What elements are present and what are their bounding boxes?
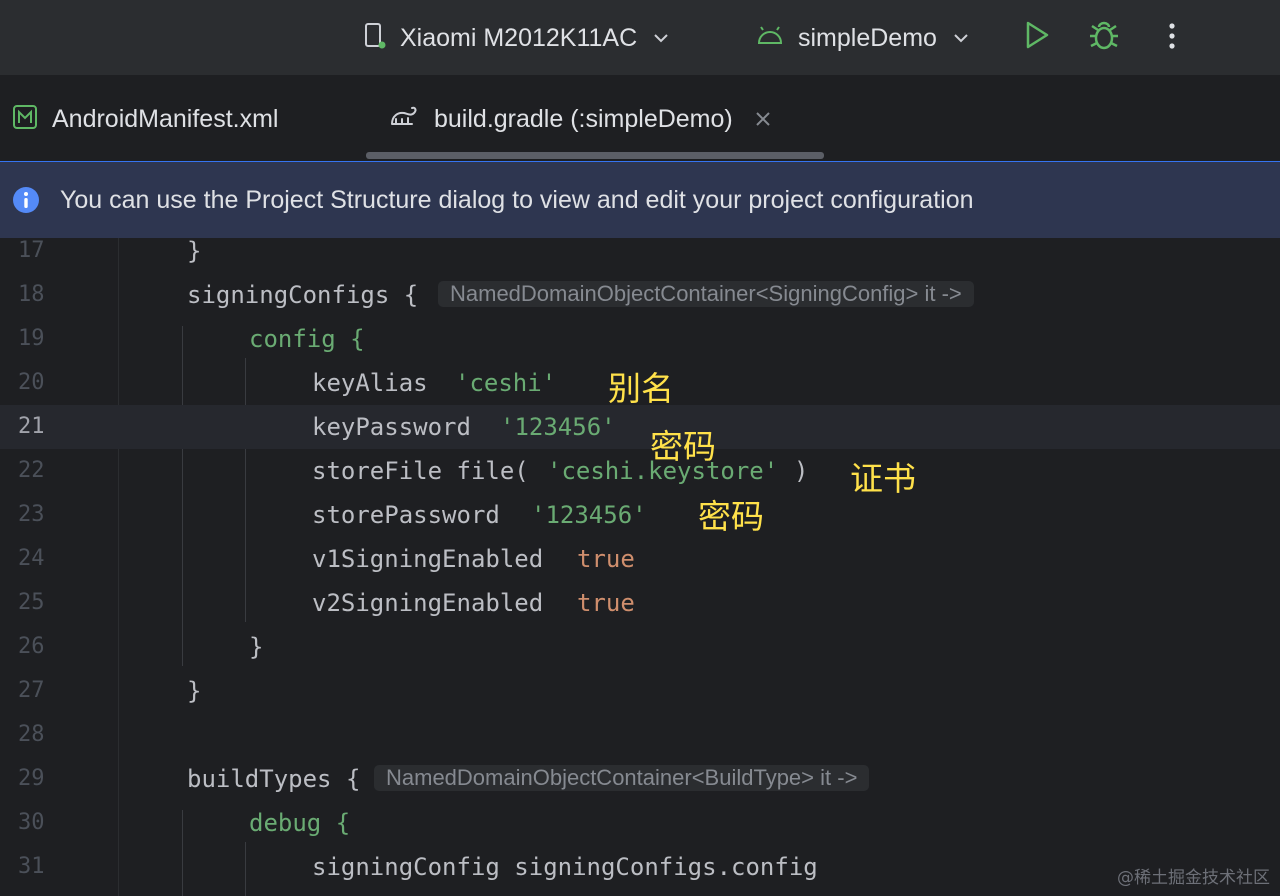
- line-number: 24: [18, 546, 45, 571]
- code-line: 17 }: [0, 238, 1280, 273]
- tab-build-gradle[interactable]: build.gradle (:simpleDemo): [388, 77, 771, 161]
- line-number: 30: [18, 810, 45, 835]
- debug-button[interactable]: [1086, 18, 1122, 56]
- debug-icon: [1087, 18, 1121, 57]
- device-selector[interactable]: Xiaomi M2012K11AC: [364, 18, 669, 58]
- string-literal: '123456': [500, 413, 616, 441]
- code-text: v1SigningEnabled: [312, 545, 544, 573]
- run-icon: [1023, 20, 1051, 55]
- line-number: 19: [18, 326, 45, 351]
- line-number: 18: [18, 282, 45, 307]
- inlay-hint[interactable]: NamedDomainObjectContainer<SigningConfig…: [438, 281, 974, 307]
- code-line: 19 config {: [0, 317, 1280, 361]
- line-number: 20: [18, 370, 45, 395]
- code-text: storePassword: [312, 501, 500, 529]
- code-line: 27 }: [0, 669, 1280, 713]
- tab-android-manifest[interactable]: AndroidManifest.xml: [12, 77, 278, 161]
- line-number: 31: [18, 854, 45, 879]
- code-text: debug {: [249, 809, 351, 837]
- code-text: v2SigningEnabled: [312, 589, 544, 617]
- keyword: true: [577, 545, 635, 573]
- more-vertical-icon: [1169, 22, 1175, 55]
- main-toolbar: Xiaomi M2012K11AC simpleDemo: [0, 0, 1280, 76]
- active-tab-indicator: [366, 152, 824, 159]
- run-config-label: simpleDemo: [798, 23, 937, 52]
- code-line: 22 storeFile file( 'ceshi.keystore' ): [0, 449, 1280, 493]
- editor-tabs: AndroidManifest.xml build.gradle (:simpl…: [0, 77, 1280, 161]
- banner-text[interactable]: You can use the Project Structure dialog…: [60, 186, 974, 215]
- keyword: true: [577, 589, 635, 617]
- code-text: ): [794, 457, 809, 485]
- annotation-store-password: 密码: [698, 497, 764, 536]
- phone-icon: [364, 22, 386, 55]
- info-icon: [12, 186, 40, 214]
- tab-label: build.gradle (:simpleDemo): [434, 104, 733, 133]
- code-line: 29 buildTypes { NamedDomainObjectContain…: [0, 757, 1280, 801]
- run-config-selector[interactable]: simpleDemo: [756, 18, 969, 58]
- code-line: 23 storePassword '123456': [0, 493, 1280, 537]
- code-line: 18 signingConfigs { NamedDomainObjectCon…: [0, 273, 1280, 317]
- string-literal: 'ceshi': [455, 369, 557, 397]
- line-number: 23: [18, 502, 45, 527]
- tab-label: AndroidManifest.xml: [52, 104, 279, 133]
- chevron-down-icon: [653, 33, 669, 43]
- device-selector-label: Xiaomi M2012K11AC: [400, 23, 638, 52]
- code-text: config {: [249, 325, 365, 353]
- inlay-hint[interactable]: NamedDomainObjectContainer<BuildType> it…: [374, 765, 870, 791]
- code-text: keyPassword: [312, 413, 471, 441]
- string-literal: '123456': [531, 501, 647, 529]
- run-button[interactable]: [1020, 20, 1054, 54]
- code-text: signingConfigs {: [187, 281, 419, 309]
- code-text: }: [187, 238, 202, 265]
- line-number: 27: [18, 678, 45, 703]
- code-text: }: [249, 633, 264, 661]
- android-icon: [756, 25, 784, 52]
- line-number: 17: [18, 238, 45, 263]
- line-number: 28: [18, 722, 45, 747]
- code-line: 31 signingConfig signingConfigs.config: [0, 845, 1280, 889]
- line-number: 25: [18, 590, 45, 615]
- project-structure-banner: You can use the Project Structure dialog…: [0, 161, 1280, 238]
- close-icon[interactable]: [755, 111, 771, 127]
- annotation-key-password: 密码: [650, 427, 716, 466]
- line-number: 22: [18, 458, 45, 483]
- code-line: 26 }: [0, 625, 1280, 669]
- watermark: @稀土掘金技术社区: [1117, 868, 1270, 888]
- code-text: }: [187, 677, 202, 705]
- code-text: signingConfig signingConfigs.config: [312, 853, 818, 881]
- code-text: storeFile file(: [312, 457, 529, 485]
- chevron-down-icon: [953, 33, 969, 43]
- code-line: 28: [0, 713, 1280, 757]
- line-number: 21: [18, 414, 45, 439]
- manifest-icon: [12, 104, 38, 135]
- code-line: 25 v2SigningEnabled true: [0, 581, 1280, 625]
- code-line: 24 v1SigningEnabled true: [0, 537, 1280, 581]
- code-line-current: 21 keyPassword '123456': [0, 405, 1280, 449]
- code-editor[interactable]: 17 } 18 signingConfigs { NamedDomainObje…: [0, 238, 1280, 896]
- code-line: 30 debug {: [0, 801, 1280, 845]
- annotation-certificate: 证书: [850, 459, 916, 498]
- line-number: 26: [18, 634, 45, 659]
- code-text: buildTypes {: [187, 765, 361, 793]
- line-number: 29: [18, 766, 45, 791]
- annotation-alias: 别名: [608, 369, 674, 408]
- code-text: keyAlias: [312, 369, 428, 397]
- gradle-icon: [388, 104, 420, 135]
- more-actions-button[interactable]: [1160, 18, 1184, 58]
